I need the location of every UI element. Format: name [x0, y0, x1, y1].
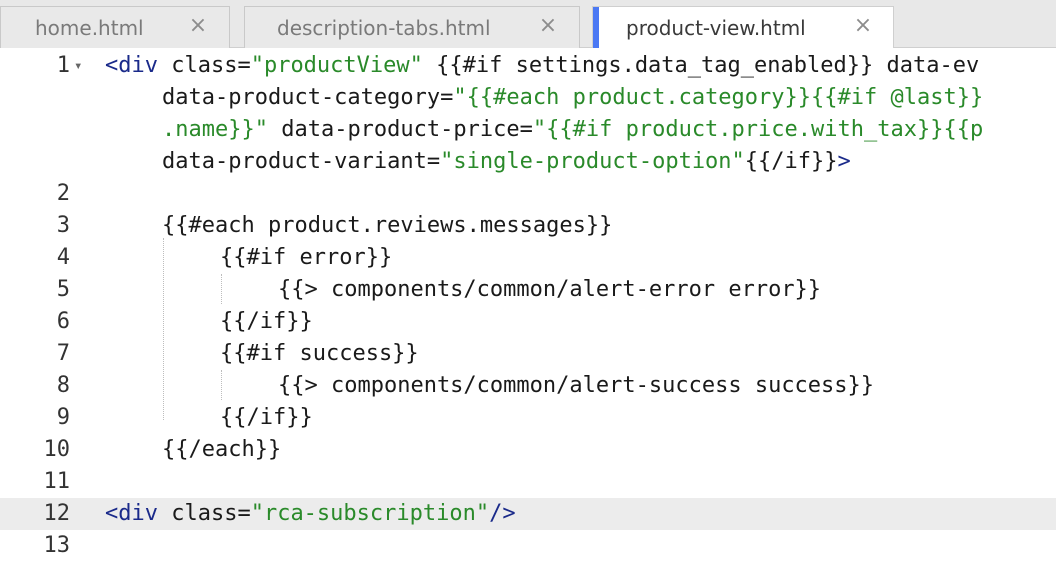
tab-label: home.html [35, 16, 144, 40]
code-token: {{> components/common/alert-error error}… [278, 277, 822, 302]
line-number: 13 [43, 533, 71, 558]
code-text: {{/each}} [162, 434, 281, 466]
code-token: "productView" [250, 53, 423, 78]
line-number: 12 [43, 501, 71, 526]
code-text: {{> components/common/alert-error error}… [278, 274, 821, 306]
line-number: 10 [43, 437, 71, 462]
code-text: {{#if success}} [220, 338, 419, 370]
code-line[interactable]: data-product-variant="single-product-opt… [0, 146, 1056, 178]
tab-label: product-view.html [626, 16, 806, 40]
code-line[interactable]: 1 ▾ <div class="productView" {{#if setting… [0, 50, 1056, 82]
code-token: data-product-price= [267, 117, 533, 142]
line-number: 8 [56, 373, 70, 398]
code-line[interactable]: 13 [0, 530, 1056, 562]
code-token: "{{#if product.price.with_tax}}{{p [532, 117, 984, 142]
code-line[interactable]: data-product-category="{{#each product.c… [0, 82, 1056, 114]
code-token: data-product-category= [162, 85, 454, 110]
code-token: <div [105, 501, 158, 526]
code-text: {{#if error}} [220, 242, 392, 274]
code-token: /> [489, 501, 516, 526]
code-token: {{#if success}} [220, 341, 419, 366]
code-text: .name}}" data-product-price="{{#if produ… [162, 114, 983, 146]
fold-chevron-icon[interactable]: ▾ [74, 50, 88, 82]
close-icon[interactable]: × [187, 15, 209, 37]
code-line[interactable]: 5 {{> components/common/alert-error error… [0, 274, 1056, 306]
line-number: 5 [56, 277, 70, 302]
code-line[interactable]: 10 {{/each}} [0, 434, 1056, 466]
code-line[interactable]: 12 <div class="rca-subscription"/> [0, 498, 1056, 530]
line-number: 4 [56, 245, 70, 270]
line-number: 2 [56, 181, 70, 206]
line-number: 7 [56, 341, 70, 366]
code-text: {{/if}} [220, 402, 313, 434]
code-line[interactable]: 9 {{/if}} [0, 402, 1056, 434]
code-text: {{#each product.reviews.messages}} [162, 210, 612, 242]
tab-bar: home.html × description-tabs.html × prod… [0, 0, 1056, 49]
code-editor[interactable]: 1 ▾ <div class="productView" {{#if setting… [0, 48, 1056, 568]
code-line[interactable]: 3 {{#each product.reviews.messages}} [0, 210, 1056, 242]
code-token: {{#if settings.data_tag_enabled}} data-e… [422, 53, 980, 78]
code-token: class= [157, 501, 251, 526]
code-token: {{/each}} [162, 437, 282, 462]
close-icon[interactable]: × [852, 15, 874, 37]
code-token: > [837, 149, 851, 174]
line-number: 11 [43, 469, 71, 494]
code-text: data-product-variant="single-product-opt… [162, 146, 851, 178]
code-token: <div [105, 53, 158, 78]
code-token: {{/if}} [744, 149, 838, 174]
code-token: "{{#each product.category}}{{#if @last}} [453, 85, 984, 110]
code-line[interactable]: .name}}" data-product-price="{{#if produ… [0, 114, 1056, 146]
line-number: 3 [56, 213, 70, 238]
code-text: data-product-category="{{#each product.c… [162, 82, 983, 114]
code-text: <div class="productView" {{#if settings.… [105, 50, 979, 82]
line-number: 6 [56, 309, 70, 334]
code-token: {{/if}} [220, 405, 313, 430]
active-tab-indicator [593, 7, 599, 49]
code-token: data-product-variant= [162, 149, 441, 174]
code-token: {{> components/common/alert-success succ… [278, 373, 875, 398]
code-token: {{#if error}} [220, 245, 393, 270]
code-line[interactable]: 11 [0, 466, 1056, 498]
tab-label: description-tabs.html [277, 16, 491, 40]
code-line[interactable]: 4 {{#if error}} [0, 242, 1056, 274]
line-number: 1 [56, 53, 70, 78]
code-token: {{/if}} [220, 309, 313, 334]
tab-description-tabs[interactable]: description-tabs.html × [244, 6, 580, 48]
code-text: {{> components/common/alert-success succ… [278, 370, 874, 402]
close-icon[interactable]: × [537, 15, 559, 37]
code-text: {{/if}} [220, 306, 313, 338]
tab-product-view[interactable]: product-view.html × [592, 6, 894, 49]
code-text: <div class="rca-subscription"/> [105, 498, 516, 530]
code-token: {{#each product.reviews.messages}} [162, 213, 613, 238]
code-line[interactable]: 8 {{> components/common/alert-success suc… [0, 370, 1056, 402]
tab-home[interactable]: home.html × [0, 6, 230, 48]
code-line[interactable]: 6 {{/if}} [0, 306, 1056, 338]
code-line[interactable]: 2 [0, 178, 1056, 210]
line-number: 9 [56, 405, 70, 430]
code-line[interactable]: 7 {{#if success}} [0, 338, 1056, 370]
code-token: class= [157, 53, 251, 78]
code-token: .name}}" [162, 117, 268, 142]
code-token: "single-product-option" [440, 149, 745, 174]
code-token: "rca-subscription" [250, 501, 490, 526]
